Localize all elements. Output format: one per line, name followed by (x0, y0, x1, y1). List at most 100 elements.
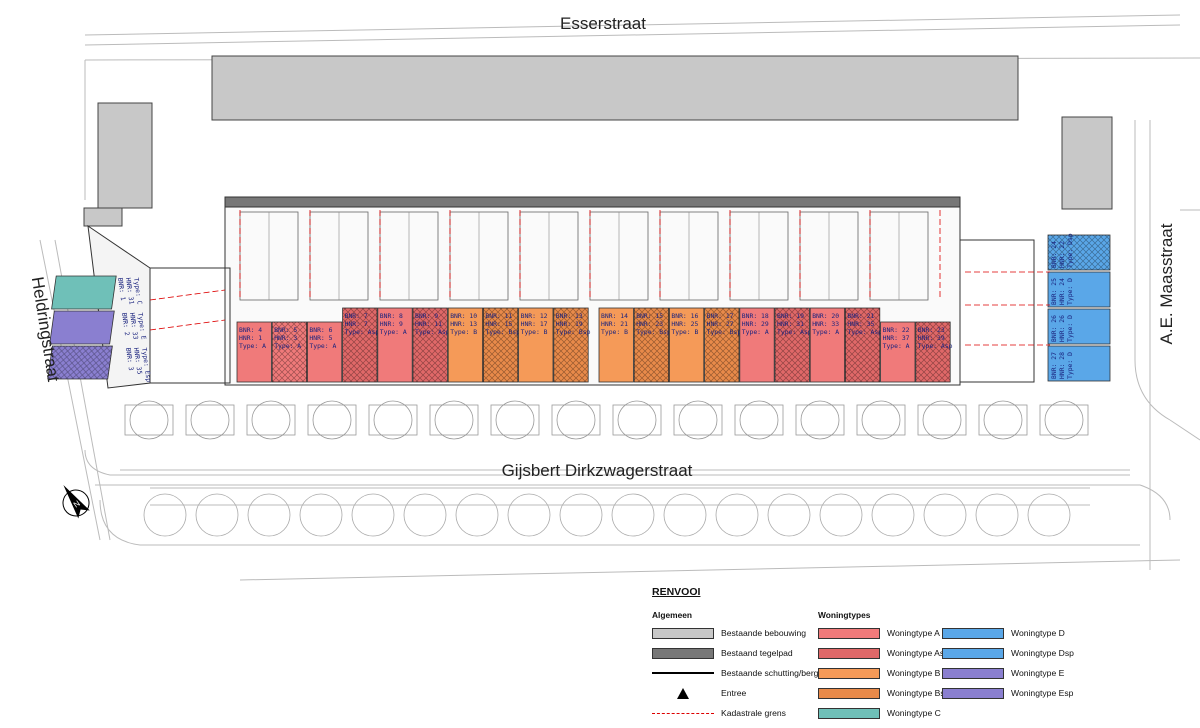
tree-crown (617, 400, 657, 440)
units_main-unit: BNR: 15HNR: 23Type: Bsp (633, 307, 671, 383)
legend-swatch (818, 647, 880, 659)
units_main-unit-hnr: HNR: 25 (671, 320, 698, 328)
units_main-unit: BNR: 6HNR: 5Type: A (306, 321, 343, 383)
units_main-unit-type: Type: B (450, 328, 477, 336)
legend-label: Woningtype Asp (887, 648, 949, 658)
units_main-unit-bnr: BNR: 9 (415, 312, 438, 320)
units_main-unit-hnr: HNR: 21 (601, 320, 628, 328)
units_east-unit: BNR: 27 HNR: 28 Type: D (1047, 345, 1111, 382)
legend-general-heading: Algemeen (652, 610, 693, 620)
units_main-unit-type: Type: A (812, 328, 839, 336)
units_main-unit: BNR: 23HNR: 39Type: Asp (915, 321, 953, 383)
tree-crown (195, 493, 239, 537)
units-west-block: BNR: 1HNR: 31Type: CBNR: 2HNR: 33Type: E… (47, 275, 153, 383)
legend-label: Woningtype Esp (1011, 688, 1074, 698)
units_main-unit-hnr: HNR: 5 (309, 334, 332, 342)
units_east-unit-bnr: BNR: 27 (1050, 352, 1058, 379)
tree-crown (351, 493, 395, 537)
tree-crown (129, 400, 169, 440)
units_main-unit-hnr: HNR: 11 (415, 320, 442, 328)
units_east-unit-type: Type: D (1066, 278, 1074, 305)
legend-swatch (818, 687, 880, 699)
units_main-unit-type: Type: Asp (777, 328, 812, 336)
legend-swatch (652, 672, 714, 674)
tree-planter (795, 404, 845, 436)
legend-swatch (942, 667, 1004, 679)
units_main-unit-bnr: BNR: 7 (345, 312, 368, 320)
units_main-unit-hnr: HNR: 7 (345, 320, 368, 328)
units_main-unit: BNR: 9HNR: 11Type: Asp (412, 307, 450, 383)
units_main-unit-type: Type: Bsp (636, 328, 671, 336)
legend-swatch (818, 707, 880, 719)
legend-row: Woningtype Dsp (942, 646, 1074, 660)
legend-row: Bestaande bebouwing (652, 626, 806, 640)
units_main-unit: BNR: 7HNR: 7Type: Asp (342, 307, 380, 383)
legend-swatch (652, 687, 714, 699)
tree-crown (373, 400, 413, 440)
legend-label: Kadastrale grens (721, 708, 786, 718)
tree-crown (983, 400, 1023, 440)
tree-crown (507, 493, 551, 537)
units_main-unit-bnr: BNR: 11 (485, 312, 512, 320)
tree-crown (975, 493, 1019, 537)
legend-swatch (818, 627, 880, 639)
tree-planter (734, 404, 784, 436)
units_main-unit: BNR: 20HNR: 33Type: A (809, 307, 846, 383)
legend-title: RENVOOI (652, 586, 701, 598)
legend-swatch (942, 627, 1004, 639)
units_main-unit-hnr: HNR: 3 (274, 334, 297, 342)
units_main-unit-type: Type: B (521, 328, 548, 336)
tree-planter (978, 404, 1028, 436)
units_main-unit-bnr: BNR: 18 (742, 312, 769, 320)
units_main-unit-bnr: BNR: 13 (556, 312, 583, 320)
site-plan-map: BNR: 4HNR: 1Type: ABNR: 5HNR: 3Type: ABN… (28, 14, 1200, 581)
units_main-unit-type: Type: B (671, 328, 698, 336)
street-name-east: A.E. Maasstraat (1157, 223, 1176, 344)
tree-planter (246, 404, 296, 436)
units_east-unit-bnr: BNR: 26 (1050, 315, 1058, 342)
legend-row: Bestaande schutting/berging (652, 666, 830, 680)
tree-crown (247, 493, 291, 537)
units_main-unit-hnr: HNR: 31 (777, 320, 804, 328)
tree-crown (819, 493, 863, 537)
tree-crown (312, 400, 352, 440)
units_main-unit: BNR: 14HNR: 21Type: B (598, 307, 634, 383)
legend-row: Kadastrale grens (652, 706, 786, 720)
units_main-unit-type: Type: B (601, 328, 628, 336)
tree-crown (1027, 493, 1071, 537)
units_main-unit-bnr: BNR: 12 (521, 312, 548, 320)
legend-label: Bestaande schutting/berging (721, 668, 830, 678)
units_main-unit: BNR: 19HNR: 31Type: Asp (774, 307, 812, 383)
units_main-unit-bnr: BNR: 16 (671, 312, 698, 320)
units_east-unit-bnr: BNR: 25 (1050, 278, 1058, 305)
legend-row: Woningtype Asp (818, 646, 949, 660)
units_main-unit-type: Type: Asp (847, 328, 882, 336)
tree-crown (663, 493, 707, 537)
units_main-unit-type: Type: A (274, 342, 301, 350)
legend-label: Woningtype E (1011, 668, 1065, 678)
units_main-unit-hnr: HNR: 19 (556, 320, 583, 328)
units_main-unit-type: Type: Asp (415, 328, 450, 336)
units_main-unit-hnr: HNR: 39 (918, 334, 945, 342)
units_main-unit: BNR: 21HNR: 35Type: Asp (845, 307, 882, 383)
units_main-unit-type: Type: Bsp (707, 328, 742, 336)
legend-row: Woningtype Esp (942, 686, 1073, 700)
entrance-triangle-icon (677, 687, 689, 699)
legend-row: Woningtype Bsp (818, 686, 949, 700)
units_east-unit-bnr: BNR: 24 (1050, 241, 1058, 268)
legend-row: Entree (652, 686, 746, 700)
tree-crown (871, 493, 915, 537)
units_east-unit-hnr: HNR: 22 (1058, 241, 1066, 268)
units_main-unit-type: Type: A (239, 342, 266, 350)
units_main-unit: BNR: 11HNR: 15Type: Bsp (482, 307, 520, 383)
units_west-unit: BNR: 2HNR: 33Type: E (49, 310, 148, 345)
tree-planter (1039, 404, 1089, 436)
tree-planter (612, 404, 662, 436)
units_east-unit: BNR: 24 HNR: 22 Type: Dsp (1047, 233, 1111, 271)
units_main-unit-type: Type: Asp (345, 328, 380, 336)
units_main-unit-hnr: HNR: 37 (883, 334, 910, 342)
units_main-unit-hnr: HNR: 23 (636, 320, 663, 328)
legend-label: Bestaand tegelpad (721, 648, 793, 658)
tree-crown (143, 493, 187, 537)
units_west-unit: BNR: 1HNR: 31Type: C (51, 275, 144, 310)
